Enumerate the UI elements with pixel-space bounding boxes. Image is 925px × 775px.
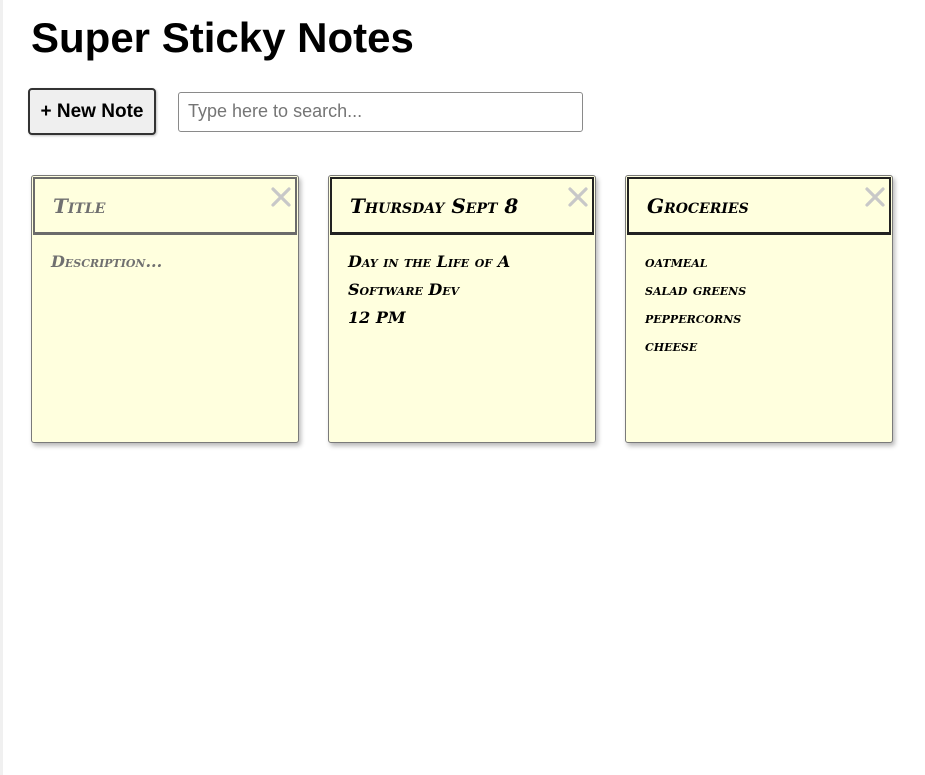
note-card: Groceries oatmeal salad greens peppercor… [625, 175, 893, 443]
close-icon[interactable] [864, 186, 886, 208]
note-title-input[interactable]: Groceries [627, 177, 891, 235]
description-placeholder: Description... [51, 252, 163, 271]
note-description-input[interactable]: Day in the Life of A Software Dev 12 PM [348, 248, 578, 332]
description-line: oatmeal [645, 252, 708, 271]
notes-grid: Title Description... Thursday Sept 8 Day… [31, 175, 901, 445]
close-icon[interactable] [270, 186, 292, 208]
note-card: Title Description... [31, 175, 299, 443]
note-description-input[interactable]: Description... [51, 248, 281, 276]
description-line: Day in the Life of A [348, 252, 511, 271]
note-title-input[interactable]: Thursday Sept 8 [330, 177, 594, 235]
description-line: 12 PM [348, 308, 406, 327]
description-line: Software Dev [348, 280, 460, 299]
description-line: salad greens [645, 280, 747, 299]
app-page: Super Sticky Notes + New Note Title Desc… [0, 0, 925, 775]
note-card: Thursday Sept 8 Day in the Life of A Sof… [328, 175, 596, 443]
note-title-input[interactable]: Title [33, 177, 297, 235]
description-line: peppercorns [645, 308, 742, 327]
search-input[interactable] [178, 91, 583, 132]
close-icon[interactable] [567, 186, 589, 208]
app-title: Super Sticky Notes [31, 14, 414, 61]
new-note-button[interactable]: + New Note [28, 88, 156, 135]
note-description-input[interactable]: oatmeal salad greens peppercorns cheese [645, 248, 875, 360]
toolbar: + New Note [28, 88, 583, 135]
description-line: cheese [645, 336, 698, 355]
